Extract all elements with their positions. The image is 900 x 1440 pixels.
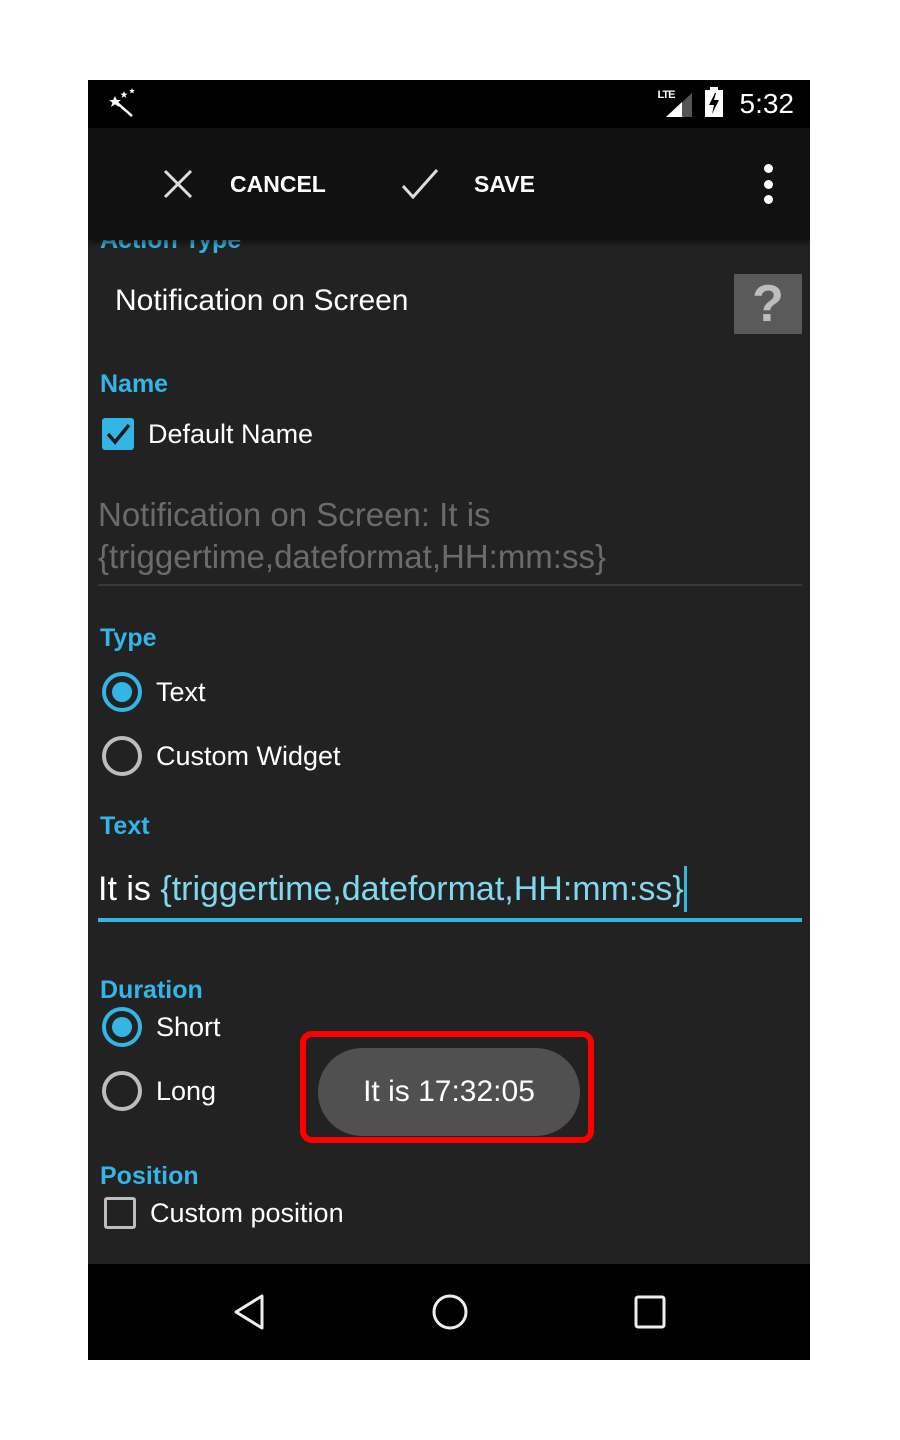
close-icon [163,169,193,199]
text-cursor [683,866,687,912]
type-section-label: Type [100,624,157,652]
text-section-label: Text [100,812,150,840]
status-time: 5:32 [739,88,795,119]
duration-section-label: Duration [100,976,203,1004]
back-button[interactable] [224,1286,276,1338]
magic-wand-icon [108,88,142,122]
cancel-button[interactable]: CANCEL [160,128,326,240]
status-bar: LTE 5:32 [88,80,810,128]
type-option-custom-widget[interactable]: Custom Widget [102,736,341,776]
recents-icon [634,1295,666,1329]
radio-unselected-icon [102,736,142,776]
custom-position-checkbox[interactable]: Custom position [104,1197,344,1229]
radio-unselected-icon [102,1071,142,1111]
form-content[interactable]: Action Type Notification on Screen ? Nam… [88,240,810,1264]
duration-option-long[interactable]: Long [102,1071,216,1111]
type-option-label: Text [156,676,206,707]
checkbox-checked-icon [102,418,134,450]
home-button[interactable] [424,1286,476,1338]
default-name-checkbox[interactable]: Default Name [102,418,313,450]
help-icon: ? [752,275,784,333]
default-name-label: Default Name [148,418,314,449]
text-input-variable: {triggertime,dateformat,HH:mm:ss} [160,870,684,908]
action-toolbar: CANCEL SAVE [88,128,810,240]
battery-charging-icon [704,86,724,122]
text-input[interactable]: It is {triggertime,dateformat,HH:mm:ss} [98,866,802,922]
text-input-plain: It is [98,870,161,908]
custom-position-label: Custom position [150,1197,344,1228]
save-label: SAVE [474,170,535,197]
more-vert-icon[interactable] [756,164,780,204]
position-section-label: Position [100,1162,199,1190]
home-icon [432,1294,468,1330]
recents-button[interactable] [624,1286,676,1338]
type-option-text[interactable]: Text [102,672,206,712]
signal-icon: LTE [658,89,694,119]
back-icon [234,1294,264,1330]
name-section-label: Name [100,370,169,398]
action-type-value: Notification on Screen [115,284,409,317]
toast-message: It is 17:32:05 [363,1075,535,1108]
save-button[interactable]: SAVE [400,128,535,240]
checkbox-unchecked-icon [104,1197,136,1229]
radio-selected-icon [102,672,142,712]
duration-option-label: Long [156,1075,217,1106]
toast-notification: It is 17:32:05 [318,1048,580,1136]
type-option-label: Custom Widget [156,740,341,771]
navigation-bar [88,1264,810,1360]
name-input[interactable]: Notification on Screen: It is {triggerti… [98,494,802,586]
radio-selected-icon [102,1007,142,1047]
cancel-label: CANCEL [230,170,326,197]
phone-screen: LTE 5:32 CANCEL SAVE Action Type Notific… [88,80,810,1360]
check-icon [401,169,439,200]
duration-option-label: Short [156,1011,221,1042]
help-button[interactable]: ? [734,274,802,334]
action-type-label: Action Type [100,240,242,254]
duration-option-short[interactable]: Short [102,1007,221,1047]
